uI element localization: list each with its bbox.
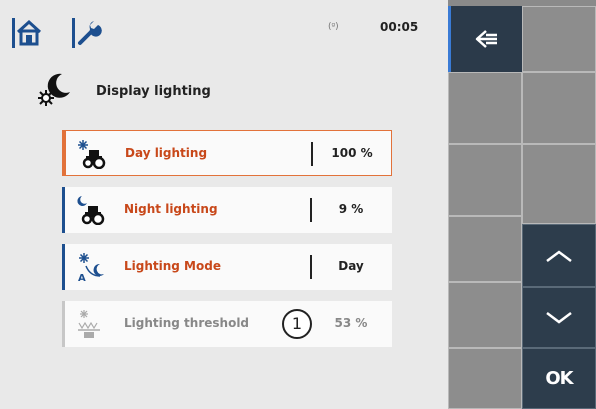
setting-value: 9 % [338,202,364,216]
lighting-threshold-row: Lighting threshold 53 % [62,301,392,347]
svg-text:A: A [78,273,86,282]
softkey-empty [448,216,522,282]
page-header: Display lighting [30,70,330,110]
softkey-empty [448,72,522,144]
row-marker [63,130,66,176]
row-marker [62,187,65,233]
night-lighting-row[interactable]: Night lighting 9 % [62,187,392,233]
setting-label: Lighting Mode [124,259,221,273]
setting-value: 53 % [334,316,368,330]
ok-label: OK [545,368,573,389]
lighting-threshold-icon [78,310,100,338]
callout-marker: 1 [282,309,312,339]
signal-indicator: (ᵍ) [328,22,339,32]
softkey-empty [522,72,596,144]
value-separator [311,142,313,166]
settings-button[interactable] [72,16,106,50]
day-lighting-row[interactable]: Day lighting 100 % [62,130,392,176]
ok-softkey[interactable]: OK [522,348,596,409]
chevron-down-icon [546,311,572,324]
display-lighting-icon [38,73,70,106]
home-button[interactable] [12,16,46,50]
scroll-down-softkey[interactable] [522,287,596,348]
softkey-empty [522,6,596,72]
row-marker [62,301,65,347]
lighting-mode-row[interactable]: A Lighting Mode Day [62,244,392,290]
row-marker [62,244,65,290]
day-lighting-tractor-icon [78,140,106,169]
wrench-icon [78,21,102,45]
clock: 00:05 [380,20,419,34]
night-lighting-tractor-icon [77,196,105,225]
softkey-empty [448,348,522,409]
value-separator [310,198,312,222]
setting-label: Lighting threshold [124,316,250,330]
softkey-empty [448,282,522,348]
value-separator [310,255,312,279]
softkey-empty [522,144,596,224]
main-panel: (ᵍ) 00:05 Display lighting Day lighting … [0,0,448,409]
page-title: Display lighting [96,84,211,99]
back-softkey[interactable] [448,6,522,72]
setting-label: Day lighting [125,146,208,160]
scroll-up-softkey[interactable] [522,224,596,287]
home-icon [16,19,42,46]
setting-value: Day [338,259,364,273]
lighting-mode-icon: A [78,253,104,282]
softkey-empty [448,144,522,216]
setting-label: Night lighting [124,202,218,216]
back-arrow-icon [475,30,497,48]
setting-value: 100 % [331,146,373,160]
settings-button-marker [72,18,75,48]
home-button-marker [12,18,15,48]
terminal-screen: (ᵍ) 00:05 Display lighting Day lighting … [0,0,596,409]
chevron-up-icon [546,249,572,262]
